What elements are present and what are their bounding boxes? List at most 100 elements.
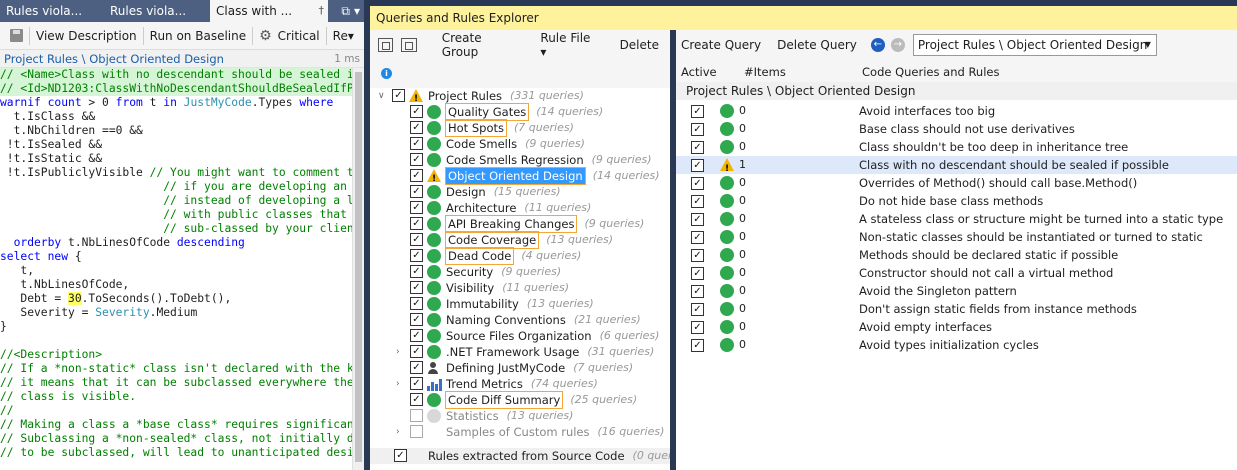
toolbar-overflow-button[interactable]: Re▾ bbox=[327, 24, 360, 48]
tree-node-checkbox[interactable]: ✓ bbox=[410, 297, 423, 310]
query-row[interactable]: ✓ 0 Base class should not use derivatives bbox=[676, 120, 1237, 138]
view-description-button[interactable]: View Description bbox=[30, 24, 143, 48]
tree-node-checkbox[interactable]: ✓ bbox=[410, 137, 423, 150]
tree-node[interactable]: ✓ API Breaking Changes (9 queries) bbox=[370, 215, 670, 233]
tree-node-checkbox[interactable] bbox=[410, 425, 423, 438]
query-row[interactable]: ✓ 0 Don't assign static fields from instan… bbox=[676, 300, 1237, 318]
tree-node[interactable]: ✓ Code Smells Regression (9 queries) bbox=[370, 152, 670, 168]
tree-node-checkbox[interactable]: ✓ bbox=[410, 329, 423, 342]
pin-icon[interactable]: † bbox=[319, 0, 325, 22]
query-active-checkbox[interactable]: ✓ bbox=[691, 213, 704, 226]
tree-node[interactable]: ✓ Naming Conventions (21 queries) bbox=[370, 312, 670, 328]
tree-node-checkbox[interactable]: ✓ bbox=[410, 265, 423, 278]
column-name[interactable]: Code Queries and Rules bbox=[862, 65, 999, 79]
query-active-checkbox[interactable]: ✓ bbox=[691, 303, 704, 316]
query-active-checkbox[interactable]: ✓ bbox=[691, 105, 704, 118]
tree-node[interactable]: ✓ Code Coverage (13 queries) bbox=[370, 231, 670, 249]
expander-icon[interactable]: › bbox=[396, 376, 406, 392]
tree-node-checkbox[interactable]: ✓ bbox=[410, 377, 423, 390]
create-query-button[interactable]: Create Query bbox=[676, 38, 769, 52]
column-active[interactable]: Active bbox=[681, 65, 717, 79]
column-items[interactable]: #Items bbox=[744, 65, 786, 79]
tree-node-checkbox[interactable]: ✓ bbox=[410, 105, 423, 118]
query-row[interactable]: ✓ 0 Avoid empty interfaces bbox=[676, 318, 1237, 336]
restore-icon[interactable]: ⧉ bbox=[341, 0, 350, 22]
collapse-all-icon[interactable] bbox=[401, 38, 417, 52]
query-row[interactable]: ✓ 0 Methods should be declared static if p… bbox=[676, 246, 1237, 264]
tab-class-with-no-descendant[interactable]: Class with ... † bbox=[210, 0, 328, 22]
expander-icon[interactable]: ∨ bbox=[378, 88, 388, 104]
tree-node[interactable]: › ✓ Trend Metrics (74 queries) bbox=[370, 376, 670, 392]
tab-rules-violated-2[interactable]: Rules viola... bbox=[104, 0, 210, 22]
tree-node[interactable]: ✓ Rules extracted from Source Code (0 quer… bbox=[370, 448, 683, 464]
scrollbar-thumb[interactable] bbox=[355, 72, 362, 462]
tree-node-checkbox[interactable]: ✓ bbox=[410, 121, 423, 134]
back-arrow-icon[interactable]: ← bbox=[870, 38, 885, 52]
query-active-checkbox[interactable]: ✓ bbox=[691, 339, 704, 352]
tree-node[interactable]: ✓ Visibility (11 queries) bbox=[370, 280, 670, 296]
query-active-checkbox[interactable]: ✓ bbox=[691, 177, 704, 190]
query-active-checkbox[interactable]: ✓ bbox=[691, 231, 704, 244]
tree-node[interactable]: ✓ Dead Code (4 queries) bbox=[370, 247, 670, 265]
tree-node-checkbox[interactable]: ✓ bbox=[410, 281, 423, 294]
tree-node[interactable]: ✓ Architecture (11 queries) bbox=[370, 200, 670, 216]
tree-node-checkbox[interactable]: ✓ bbox=[410, 233, 423, 246]
query-row[interactable]: ✓ 0 Avoid types initialization cycles bbox=[676, 336, 1237, 354]
query-group-select[interactable]: Project Rules \ Object Oriented Design ▼ bbox=[912, 34, 1157, 56]
query-active-checkbox[interactable]: ✓ bbox=[691, 285, 704, 298]
critical-toggle-button[interactable]: Critical bbox=[272, 24, 326, 48]
tab-dropdown-icon[interactable]: ▾ bbox=[354, 0, 360, 22]
tree-node[interactable]: ✓ Source Files Organization (6 queries) bbox=[370, 328, 670, 344]
tab-rules-violated-1[interactable]: Rules viola... bbox=[0, 0, 104, 22]
query-row[interactable]: ✓ 0 A stateless class or structure might b… bbox=[676, 210, 1237, 228]
tree-node-checkbox[interactable]: ✓ bbox=[392, 89, 405, 102]
query-row[interactable]: ✓ 0 Class shouldn't be too deep in inherit… bbox=[676, 138, 1237, 156]
query-row[interactable]: ✓ 0 Do not hide base class methods bbox=[676, 192, 1237, 210]
query-active-checkbox[interactable]: ✓ bbox=[691, 159, 704, 172]
query-row[interactable]: ✓ 0 Overrides of Method() should call base… bbox=[676, 174, 1237, 192]
tree-node-checkbox[interactable]: ✓ bbox=[410, 393, 423, 406]
info-icon[interactable]: i bbox=[381, 68, 392, 79]
tree-node[interactable]: ✓ Security (9 queries) bbox=[370, 264, 670, 280]
query-active-checkbox[interactable]: ✓ bbox=[691, 321, 704, 334]
query-active-checkbox[interactable]: ✓ bbox=[691, 141, 704, 154]
tree-node[interactable]: ✓ Immutability (13 queries) bbox=[370, 296, 670, 312]
tree-node-checkbox[interactable]: ✓ bbox=[410, 153, 423, 166]
tree-node[interactable]: Statistics (13 queries) bbox=[370, 408, 670, 424]
tree-node-checkbox[interactable]: ✓ bbox=[410, 201, 423, 214]
save-icon[interactable] bbox=[10, 29, 23, 42]
tree-node[interactable]: › ✓ .NET Framework Usage (31 queries) bbox=[370, 344, 670, 360]
expand-all-icon[interactable] bbox=[378, 38, 394, 52]
tree-node-checkbox[interactable]: ✓ bbox=[410, 169, 423, 182]
tree-node-checkbox[interactable]: ✓ bbox=[410, 345, 423, 358]
editor-scrollbar[interactable] bbox=[352, 68, 364, 470]
query-path-link[interactable]: Project Rules \ Object Oriented Design bbox=[4, 52, 224, 66]
tree-node[interactable]: ✓ Defining JustMyCode (7 queries) bbox=[370, 360, 670, 376]
tree-node[interactable]: ✓ Quality Gates (14 queries) bbox=[370, 103, 670, 121]
query-row[interactable]: ✓ 0 Constructor should not call a virtual … bbox=[676, 264, 1237, 282]
tree-node-checkbox[interactable]: ✓ bbox=[410, 249, 423, 262]
tree-node-checkbox[interactable] bbox=[410, 409, 423, 422]
query-active-checkbox[interactable]: ✓ bbox=[691, 123, 704, 136]
tree-node-checkbox[interactable]: ✓ bbox=[410, 313, 423, 326]
run-on-baseline-button[interactable]: Run on Baseline bbox=[144, 24, 252, 48]
tree-node[interactable]: ✓ Code Smells (9 queries) bbox=[370, 136, 670, 152]
query-row[interactable]: ✓ 0 Non-static classes should be instantia… bbox=[676, 228, 1237, 246]
expander-icon[interactable]: › bbox=[396, 344, 406, 360]
code-editor[interactable]: // <Name>Class with no descendant should… bbox=[0, 68, 352, 470]
tree-node[interactable]: ✓ Hot Spots (7 queries) bbox=[370, 119, 670, 137]
tree-node[interactable]: ✓ Design (15 queries) bbox=[370, 184, 670, 200]
tree-node-checkbox[interactable]: ✓ bbox=[410, 217, 423, 230]
create-group-button[interactable]: Create Group bbox=[431, 31, 530, 59]
tree-node-checkbox[interactable]: ✓ bbox=[410, 185, 423, 198]
forward-arrow-icon[interactable]: → bbox=[890, 38, 905, 52]
tree-node[interactable]: ✓ Object Oriented Design (14 queries) bbox=[370, 167, 670, 187]
tree-node[interactable]: ✓ Code Diff Summary (25 queries) bbox=[370, 391, 670, 409]
query-row[interactable]: ✓ 0 Avoid the Singleton pattern bbox=[676, 282, 1237, 300]
query-active-checkbox[interactable]: ✓ bbox=[691, 195, 704, 208]
query-active-checkbox[interactable]: ✓ bbox=[691, 249, 704, 262]
rule-file-menu[interactable]: Rule File ▾ bbox=[529, 31, 608, 59]
query-row[interactable]: ✓ 0 Avoid interfaces too big bbox=[676, 102, 1237, 120]
tree-node[interactable]: › Samples of Custom rules (16 queries) bbox=[370, 424, 670, 440]
tree-node[interactable]: ∨ ✓ Project Rules (331 queries) bbox=[370, 88, 670, 107]
